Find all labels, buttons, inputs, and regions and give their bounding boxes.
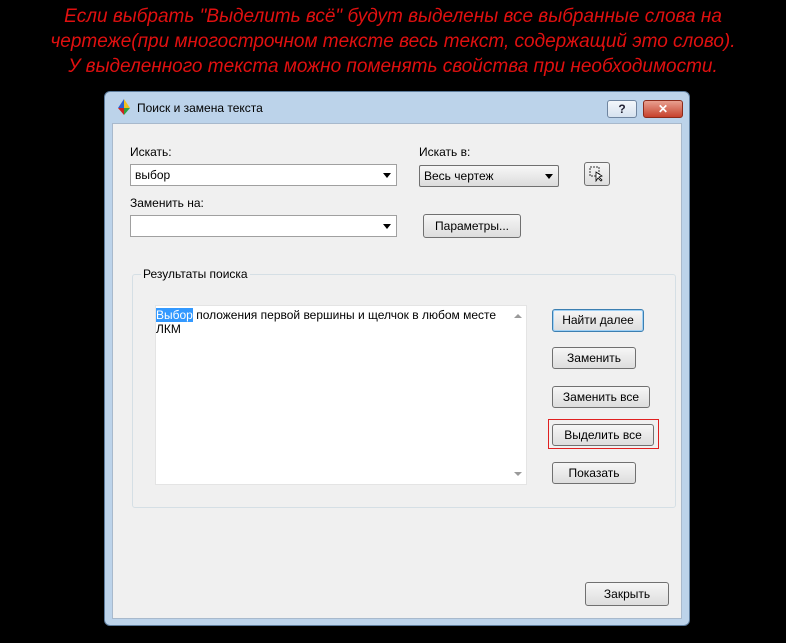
close-window-button[interactable]: ✕: [643, 100, 683, 118]
dialog-client-area: Искать: выбор Искать в: Весь чертеж Заме…: [112, 123, 682, 619]
caption-line-3: У выделенного текста можно поменять свой…: [68, 56, 718, 77]
replace-all-button[interactable]: Заменить все: [552, 386, 650, 408]
find-value: выбор: [135, 168, 171, 182]
close-button[interactable]: Закрыть: [585, 582, 669, 606]
result-match-highlight: Выбор: [156, 308, 193, 322]
result-text: положения первой вершины и щелчок в любо…: [156, 308, 497, 336]
result-item[interactable]: Выбор положения первой вершины и щелчок …: [156, 308, 508, 336]
chevron-down-icon[interactable]: [383, 173, 391, 178]
find-replace-dialog: Поиск и замена текста ? ✕ Искать: выбор …: [104, 91, 690, 626]
search-results-group: Результаты поиска Выбор положения первой…: [132, 267, 676, 508]
instruction-caption: Если выбрать "Выделить всё" будут выделе…: [0, 4, 786, 79]
annotation-highlight-frame: [548, 419, 659, 449]
show-button[interactable]: Показать: [552, 462, 636, 484]
search-in-value: Весь чертеж: [424, 169, 494, 183]
search-results-list[interactable]: Выбор положения первой вершины и щелчок …: [155, 305, 527, 485]
replace-label: Заменить на:: [130, 196, 204, 210]
scroll-up-icon[interactable]: [514, 314, 522, 318]
find-label: Искать:: [130, 145, 172, 159]
replace-combobox[interactable]: [130, 215, 397, 237]
find-next-button[interactable]: Найти далее: [552, 309, 644, 332]
title-bar[interactable]: Поиск и замена текста ? ✕: [105, 92, 689, 120]
parameters-button[interactable]: Параметры...: [423, 214, 521, 238]
app-icon: [118, 99, 130, 115]
find-combobox[interactable]: выбор: [130, 164, 397, 186]
chevron-down-icon[interactable]: [383, 224, 391, 229]
help-button[interactable]: ?: [607, 100, 637, 118]
chevron-down-icon[interactable]: [545, 174, 553, 179]
search-in-select[interactable]: Весь чертеж: [419, 165, 559, 187]
scroll-down-icon[interactable]: [514, 472, 522, 476]
search-in-label: Искать в:: [419, 145, 471, 159]
replace-button[interactable]: Заменить: [552, 347, 636, 369]
select-objects-icon: [589, 166, 603, 182]
caption-line-2: чертеже(при многострочном тексте весь те…: [50, 31, 736, 52]
search-results-title: Результаты поиска: [141, 267, 250, 281]
dialog-title: Поиск и замена текста: [137, 101, 263, 115]
pick-objects-button[interactable]: [584, 162, 610, 186]
caption-line-1: Если выбрать "Выделить всё" будут выделе…: [64, 6, 722, 27]
